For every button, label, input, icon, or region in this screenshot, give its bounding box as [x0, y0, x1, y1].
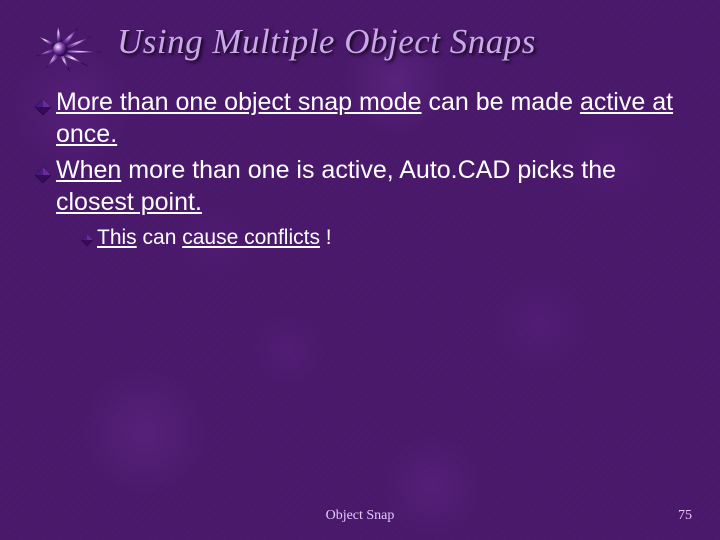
slide-body: More than one object snap mode can be ma…	[34, 86, 688, 251]
slide-title: Using Multiple Object Snaps	[117, 22, 688, 62]
footer-text: Object Snap	[0, 508, 720, 524]
starburst-icon	[34, 22, 104, 72]
bullet-text: When more than one is active, Auto.CAD p…	[56, 154, 688, 218]
bullet-level1: More than one object snap mode can be ma…	[34, 86, 688, 150]
diamond-bullet-icon	[34, 98, 52, 116]
slide: Using Multiple Object Snaps More than on…	[0, 0, 720, 540]
bullet-level2: This can cause conflicts !	[80, 224, 688, 251]
diamond-bullet-small-icon	[80, 233, 94, 247]
bullet-text: More than one object snap mode can be ma…	[56, 86, 688, 150]
bullet-level1: When more than one is active, Auto.CAD p…	[34, 154, 688, 218]
page-number: 75	[678, 508, 692, 524]
title-wrap: Using Multiple Object Snaps	[117, 22, 688, 62]
bullet-text: This can cause conflicts !	[97, 224, 332, 251]
diamond-bullet-icon	[34, 166, 52, 184]
